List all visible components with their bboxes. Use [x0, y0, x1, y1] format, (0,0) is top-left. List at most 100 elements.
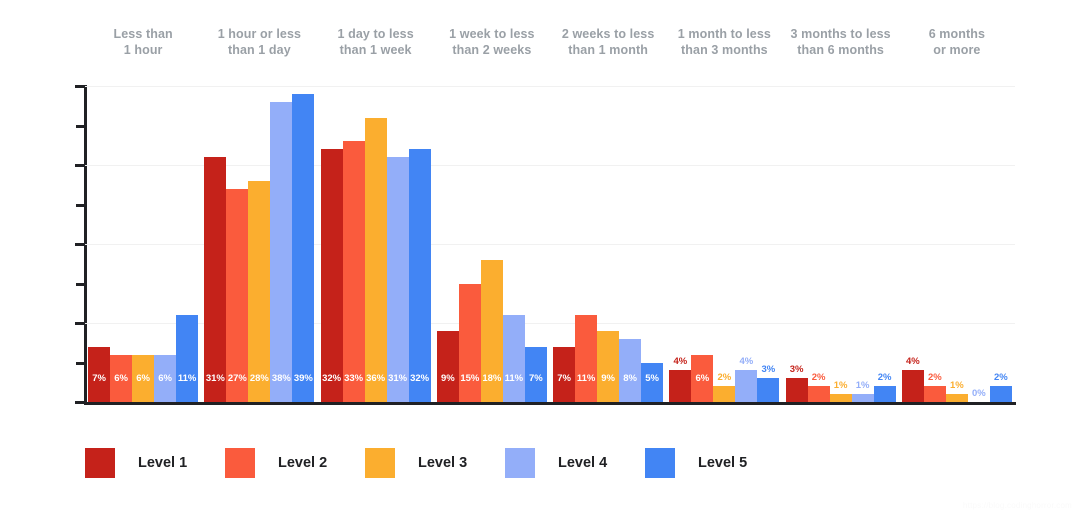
bar[interactable]: 9%	[597, 330, 620, 402]
bar[interactable]: 5%	[641, 362, 664, 402]
bar[interactable]: 7%	[88, 346, 111, 402]
bar-slot: 7%	[88, 86, 111, 402]
bar[interactable]: 27%	[226, 188, 249, 402]
bar[interactable]: 31%	[386, 157, 409, 402]
bar[interactable]: 4%	[901, 356, 924, 402]
bar[interactable]: 4%	[669, 356, 692, 402]
legend-item[interactable]: Level 3	[365, 448, 505, 478]
category-label-line: 1 day to less	[337, 27, 414, 41]
bar-slot: 31%	[386, 86, 409, 402]
bar-value-label: 11%	[576, 373, 596, 384]
bar-slot: 4%	[735, 86, 758, 402]
category-label-line: than 1 week	[339, 43, 412, 57]
legend-label: Level 3	[418, 455, 468, 471]
x-axis-line	[84, 402, 1016, 405]
bar-slot: 2%	[873, 86, 896, 402]
bar[interactable]: 3%	[785, 364, 808, 402]
bar[interactable]: 39%	[292, 93, 315, 402]
bar[interactable]: 7%	[524, 346, 547, 402]
bar[interactable]: 38%	[270, 101, 293, 402]
bar[interactable]: 2%	[807, 372, 830, 402]
bar[interactable]: 32%	[320, 149, 343, 402]
bar-value-label: 4%	[906, 356, 920, 368]
bar[interactable]: 2%	[989, 372, 1012, 402]
bar[interactable]: 1%	[851, 380, 874, 402]
bar[interactable]: 1%	[829, 380, 852, 402]
legend-color-swatch	[645, 448, 675, 478]
bar-value-label: 15%	[460, 373, 480, 384]
legend-item[interactable]: Level 5	[645, 448, 785, 478]
bar-slot: 5%	[641, 86, 664, 402]
bar-value-label: 2%	[877, 372, 892, 384]
bar-value-label: 11%	[177, 373, 197, 384]
bar-value-label: 3%	[761, 364, 776, 376]
bar-group: 32% 33% 36% 31% 32%	[318, 86, 434, 402]
bar[interactable]: 6%	[154, 354, 177, 402]
bar[interactable]: 11%	[176, 315, 199, 402]
bar-value-label: 1%	[833, 380, 848, 392]
bar-value-label: 1%	[855, 380, 870, 392]
bar[interactable]: 18%	[480, 259, 503, 402]
bar[interactable]: 11%	[575, 315, 598, 402]
legend-color-swatch	[365, 448, 395, 478]
bar[interactable]: 7%	[553, 346, 576, 402]
bar[interactable]: 3%	[757, 364, 780, 402]
category-label: 2 weeks to less than 1 month	[550, 26, 666, 74]
category-label-line: 1 week to less	[449, 27, 535, 41]
legend-item[interactable]: Level 2	[225, 448, 365, 478]
bar[interactable]: 11%	[502, 315, 525, 402]
bar-value-label: 6%	[695, 373, 710, 384]
bar[interactable]: 6%	[132, 354, 155, 402]
bar-slot: 6%	[154, 86, 177, 402]
bar-groups: 7% 6% 6% 6% 11% 31% 27% 28% 38% 39% 32% 33% 36% 31% 32…	[85, 86, 1015, 402]
bar-value-label: 9%	[601, 373, 615, 384]
category-label: 1 hour or less than 1 day	[201, 26, 317, 74]
bar-slot: 8%	[619, 86, 642, 402]
legend-item[interactable]: Level 1	[85, 448, 225, 478]
bar-group: 9% 15% 18% 11% 7%	[434, 86, 550, 402]
bar[interactable]: 15%	[458, 283, 481, 402]
bar[interactable]: 32%	[408, 149, 431, 402]
bar[interactable]: 2%	[923, 372, 946, 402]
bar-slot: 39%	[292, 86, 315, 402]
legend-label: Level 2	[278, 455, 328, 471]
bar[interactable]: 33%	[342, 141, 365, 402]
legend-color-swatch	[225, 448, 255, 478]
bar-slot: 9%	[436, 86, 459, 402]
bar[interactable]: 4%	[735, 356, 758, 402]
bar[interactable]: 36%	[364, 117, 387, 402]
bar-slot: 3%	[757, 86, 780, 402]
bar[interactable]: 2%	[713, 372, 736, 402]
bar[interactable]: 1%	[945, 380, 968, 402]
bar-slot: 6%	[110, 86, 133, 402]
chart-legend: Level 1 Level 2 Level 3 Level 4 Level 5	[85, 445, 785, 481]
bar-slot: 2%	[713, 86, 736, 402]
bar-slot: 38%	[270, 86, 293, 402]
category-label-line: 1 hour	[123, 43, 163, 57]
legend-label: Level 5	[698, 455, 748, 471]
bar-value-label: 5%	[645, 373, 659, 384]
bar[interactable]: 6%	[110, 354, 133, 402]
bar[interactable]: 8%	[619, 338, 642, 402]
category-label-line: than 1 month	[568, 43, 648, 57]
bar-value-label: 9%	[441, 373, 455, 384]
bar[interactable]: 6%	[691, 354, 714, 402]
legend-item[interactable]: Level 4	[505, 448, 645, 478]
bar-slot: 2%	[923, 86, 946, 402]
bar[interactable]: 28%	[248, 180, 271, 402]
bar-slot: 6%	[691, 86, 714, 402]
bar[interactable]: 31%	[204, 157, 227, 402]
bar-slot: 33%	[342, 86, 365, 402]
bar-value-label: 6%	[136, 373, 150, 384]
bar[interactable]: 2%	[873, 372, 896, 402]
category-label-line: than 1 day	[227, 43, 291, 57]
bar[interactable]: 9%	[436, 330, 459, 402]
bar-value-label: 32%	[410, 373, 430, 384]
bar-slot: 2%	[807, 86, 830, 402]
bar-slot: 32%	[408, 86, 431, 402]
bar-value-label: 6%	[158, 373, 172, 384]
bar-value-label: 33%	[344, 373, 364, 384]
y-axis-tick-major	[75, 322, 85, 325]
bar-value-label: 0%	[972, 388, 986, 399]
category-axis-labels: Less than 1 hour 1 hour or less than 1 day 1…	[85, 26, 1015, 74]
